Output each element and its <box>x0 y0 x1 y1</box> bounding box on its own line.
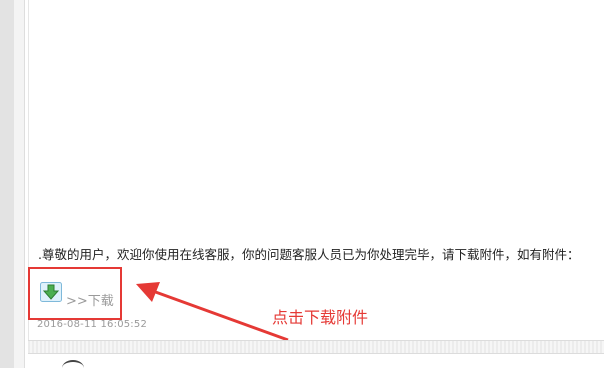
partial-icon <box>62 360 84 376</box>
message-divider <box>28 340 604 354</box>
message-text: .尊敬的用户，欢迎你使用在线客服，你的问题客服人员已为你处理完毕，请下载附件，如… <box>38 248 580 262</box>
annotation-highlight-box <box>28 267 122 320</box>
left-rail-inner <box>14 0 25 368</box>
left-rail <box>0 0 15 368</box>
annotation-label: 点击下载附件 <box>272 308 369 327</box>
